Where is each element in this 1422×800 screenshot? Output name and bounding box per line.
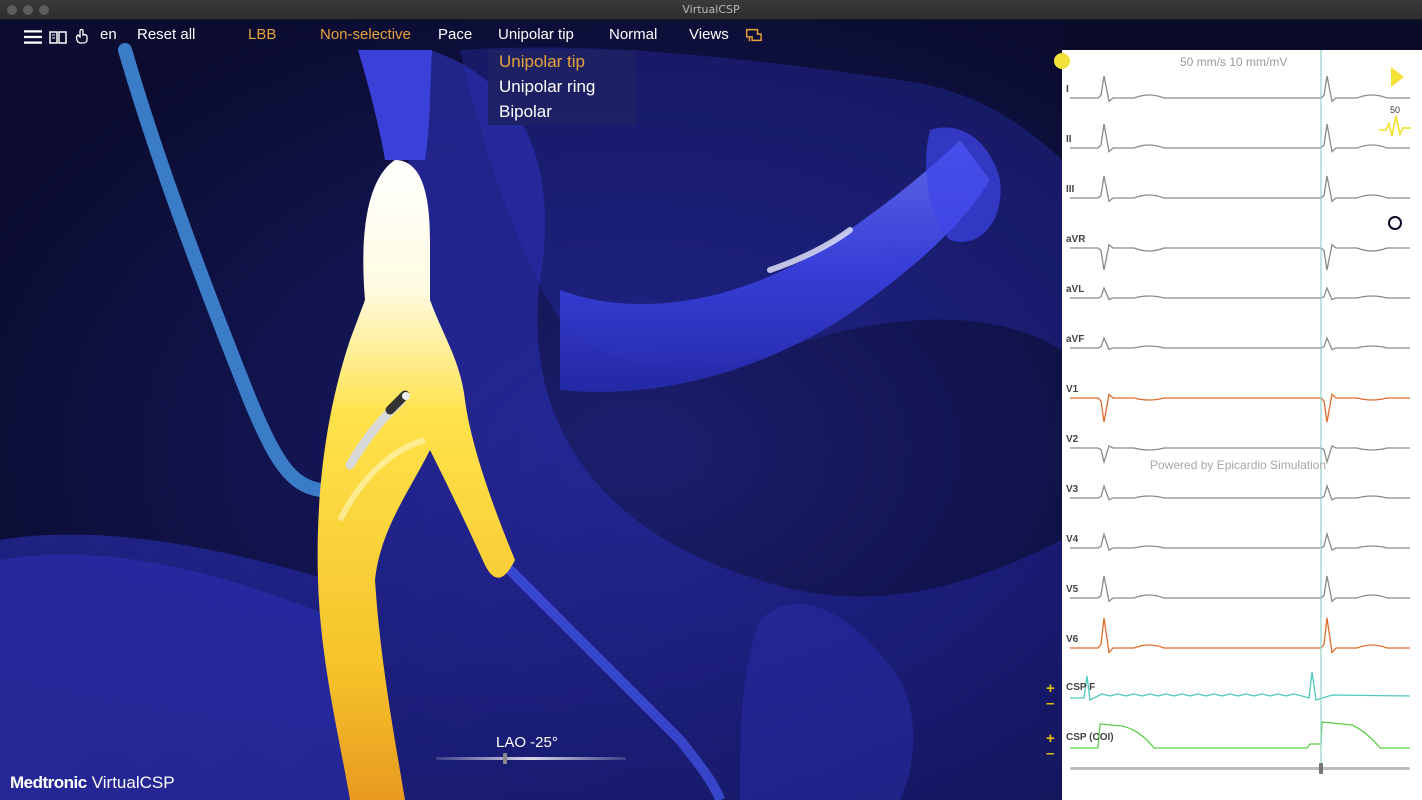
language-selector[interactable]: en — [100, 26, 117, 43]
target-selector[interactable]: LBB — [248, 26, 276, 43]
lead-label-i: I — [1066, 84, 1069, 95]
csp-f-gain-increase-button[interactable]: + — [1046, 681, 1064, 696]
reset-all-button[interactable]: Reset all — [137, 26, 195, 43]
camera-icon[interactable] — [1377, 206, 1413, 236]
menu-icon[interactable] — [24, 28, 42, 46]
caliper-icon[interactable] — [1378, 152, 1412, 190]
top-toolbar: en Reset all LBB Non-selective Pace Unip… — [0, 20, 1062, 50]
ecg-trace-ii — [1070, 123, 1410, 153]
csp-coi-gain-decrease-button[interactable]: – — [1046, 746, 1064, 761]
lead-label-v6: V6 — [1066, 634, 1079, 645]
lead-label-v4: V4 — [1066, 534, 1079, 545]
ecg-traces — [1070, 50, 1411, 774]
lead-label-avl: aVL — [1066, 284, 1085, 295]
csp-f-gain-decrease-button[interactable]: – — [1046, 696, 1064, 711]
lead-label-v2: V2 — [1066, 434, 1079, 445]
view-angle-slider[interactable] — [436, 757, 626, 760]
ecg-speed-label: 50 mm/s 10 mm/mV — [1180, 55, 1288, 69]
hand-pointer-icon[interactable] — [74, 27, 92, 45]
view-angle-slider-thumb[interactable] — [503, 753, 507, 764]
lead-label-ii: II — [1066, 134, 1072, 145]
polarity-dropdown-menu: Unipolar tip Unipolar ring Bipolar — [488, 50, 636, 125]
lead-label-avr: aVR — [1066, 234, 1086, 245]
ecg-trace-v5 — [1070, 575, 1410, 603]
ecg-trace-v3 — [1070, 483, 1410, 501]
channel-label-csp-coi: CSP (COI) — [1066, 732, 1114, 743]
channel-label-csp-f: CSP F — [1066, 682, 1096, 693]
capture-selector[interactable]: Non-selective — [320, 26, 411, 43]
ecg-trace-v6 — [1070, 617, 1410, 654]
brand-company: Medtronic — [10, 773, 87, 792]
pace-button[interactable]: Pace — [438, 26, 472, 43]
ecg-panel: 50 mm/s 10 mm/mV Powered by Epicardio Si… — [1046, 50, 1422, 800]
ecg-trace-csp-f — [1070, 671, 1411, 701]
views-button[interactable]: Views — [689, 26, 729, 43]
status-dot-icon — [1054, 53, 1070, 69]
ecg-trace-csp-coi — [1070, 721, 1410, 749]
window-title: VirtualCSP — [682, 3, 740, 16]
ecg-trace-iii — [1070, 175, 1410, 203]
ecg-scrub-thumb[interactable] — [1319, 763, 1323, 774]
ecg-trace-avf — [1070, 336, 1410, 351]
lead-label-v3: V3 — [1066, 484, 1079, 495]
lead-label-v5: V5 — [1066, 584, 1079, 595]
csp-coi-gain-increase-button[interactable]: + — [1046, 731, 1064, 746]
lead-label-avf: aVF — [1066, 334, 1085, 345]
polarity-option-unipolar-ring[interactable]: Unipolar ring — [499, 77, 595, 97]
book-icon[interactable] — [49, 28, 67, 46]
polarity-selector[interactable]: Unipolar tip — [498, 26, 574, 43]
ecg-trace-v1 — [1070, 393, 1410, 423]
play-icon[interactable] — [1389, 66, 1405, 88]
lead-label-v1: V1 — [1066, 384, 1079, 395]
ecg-scrub-track[interactable] — [1070, 767, 1410, 770]
brand-product: VirtualCSP — [91, 773, 175, 792]
views-cube-icon[interactable] — [744, 26, 762, 44]
lead-label-iii: III — [1066, 184, 1075, 195]
ecg-watermark: Powered by Epicardio Simulation — [1150, 458, 1327, 472]
polarity-option-unipolar-tip[interactable]: Unipolar tip — [499, 52, 585, 72]
ecg-trace-avl — [1070, 286, 1410, 301]
polarity-option-bipolar[interactable]: Bipolar — [499, 102, 552, 122]
view-angle-label: LAO -25° — [496, 734, 558, 751]
ecg-trace-avr — [1070, 243, 1410, 271]
heart-rate-icon[interactable] — [1378, 112, 1412, 140]
ecg-trace-v4 — [1070, 531, 1410, 552]
window-titlebar: VirtualCSP — [0, 0, 1422, 20]
ecg-trace-i — [1070, 75, 1410, 103]
brand-logo: Medtronic VirtualCSP — [10, 773, 175, 793]
heart-3d-viewport[interactable] — [0, 20, 1062, 800]
anatomy-render — [0, 43, 1062, 800]
mode-selector[interactable]: Normal — [609, 26, 657, 43]
